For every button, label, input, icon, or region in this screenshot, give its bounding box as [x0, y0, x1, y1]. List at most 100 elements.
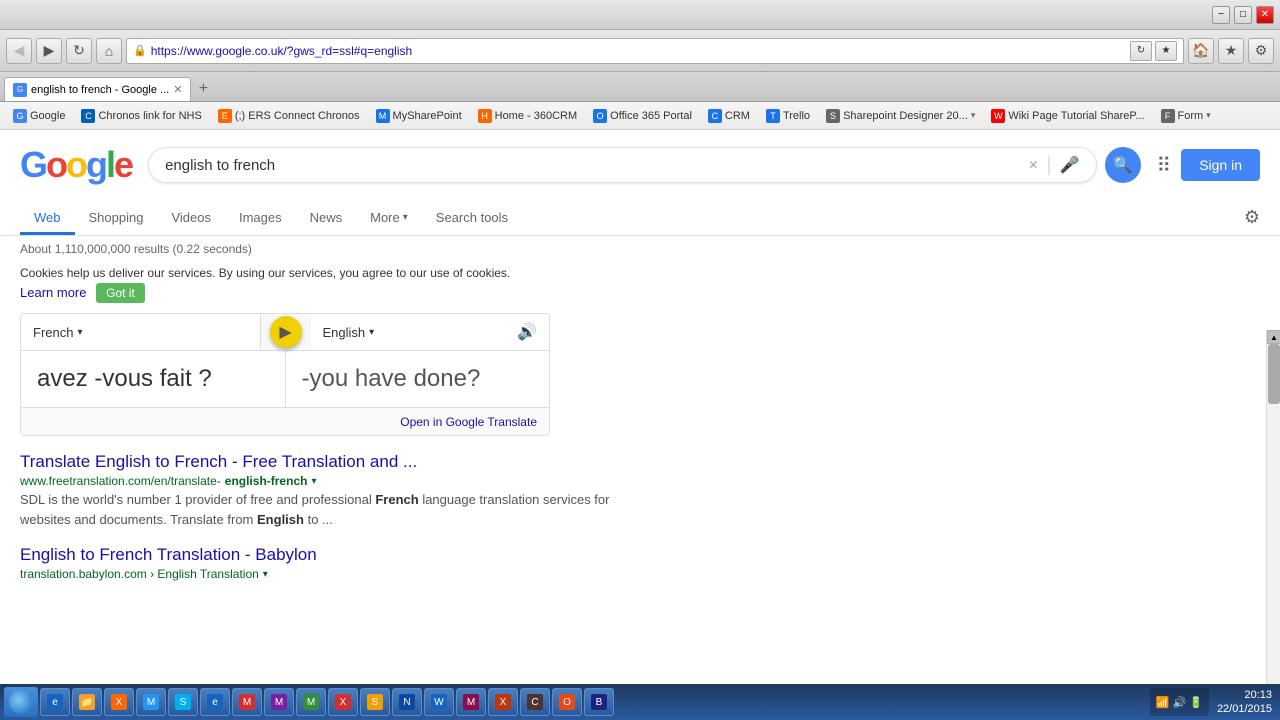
tab-title: english to french - Google ...: [31, 84, 169, 96]
taskbar-m2-icon: M: [271, 694, 287, 710]
bookmark-crm[interactable]: C CRM: [703, 107, 755, 125]
taskbar-item-m3[interactable]: M: [296, 688, 326, 716]
address-bar[interactable]: 🔒 https://www.google.co.uk/?gws_rd=ssl#q…: [126, 38, 1184, 64]
bookmark-trello[interactable]: T Trello: [761, 107, 815, 125]
nav-item-images[interactable]: Images: [225, 200, 296, 235]
apps-grid-icon[interactable]: ⠿: [1157, 153, 1172, 178]
taskbar-s2-icon: S: [367, 694, 383, 710]
nav-item-shopping[interactable]: Shopping: [75, 200, 158, 235]
swap-arrow-icon: ▶: [270, 316, 302, 348]
taskbar-n-icon: N: [399, 694, 415, 710]
sign-in-button[interactable]: Sign in: [1181, 149, 1260, 181]
clear-search-icon[interactable]: ✕: [1028, 158, 1038, 172]
open-google-translate-link[interactable]: Open in Google Translate: [400, 415, 537, 429]
bookmark-label: Home - 360CRM: [495, 110, 578, 122]
nav-item-videos[interactable]: Videos: [157, 200, 225, 235]
bookmark-sharepoint[interactable]: M MySharePoint: [371, 107, 467, 125]
result-1-title[interactable]: Translate English to French - Free Trans…: [20, 452, 417, 471]
taskbar-item-skype[interactable]: S: [168, 688, 198, 716]
favorites-star[interactable]: ★: [1218, 38, 1244, 64]
nav-item-more[interactable]: More ▾: [356, 200, 422, 235]
nav-item-web[interactable]: Web: [20, 200, 75, 235]
bookmark-form[interactable]: F Form ▾: [1156, 107, 1216, 125]
bookmark-spdesigner[interactable]: S Sharepoint Designer 20... ▾: [821, 107, 980, 125]
taskbar-item-o[interactable]: O: [552, 688, 582, 716]
taskbar-item-x3[interactable]: X: [488, 688, 518, 716]
taskbar-item-folder[interactable]: 📁: [72, 688, 102, 716]
taskbar-item-x[interactable]: X: [104, 688, 134, 716]
refresh-button[interactable]: ↻: [66, 38, 92, 64]
scroll-up-button[interactable]: ▲: [1267, 330, 1280, 344]
translate-widget: French ▾ ▶ English ▾ 🔊 avez -vous fait ?…: [20, 313, 550, 436]
bookmark-wiki[interactable]: W Wiki Page Tutorial ShareP...: [986, 107, 1149, 125]
active-tab[interactable]: G english to french - Google ... ✕: [4, 77, 191, 101]
window-controls[interactable]: − □ ✕: [1212, 6, 1274, 24]
new-tab-button[interactable]: +: [191, 77, 215, 101]
taskbar-item-b[interactable]: B: [584, 688, 614, 716]
taskbar-item-n[interactable]: N: [392, 688, 422, 716]
taskbar-ie2-icon: e: [207, 694, 223, 710]
system-clock[interactable]: 20:13 22/01/2015: [1213, 688, 1276, 717]
got-it-button[interactable]: Got it: [96, 283, 145, 303]
bookmark-label: Chronos link for NHS: [98, 110, 201, 122]
bookmark-label: (;) ERS Connect Chronos: [235, 110, 360, 122]
mic-icon[interactable]: 🎤: [1060, 155, 1080, 175]
result-2-title[interactable]: English to French Translation - Babylon: [20, 545, 317, 564]
learn-more-link[interactable]: Learn more: [20, 285, 86, 300]
speaker-icon[interactable]: 🔊: [517, 322, 537, 342]
translate-source-text-area[interactable]: avez -vous fait ?: [21, 351, 286, 407]
taskbar-item-msg[interactable]: M: [136, 688, 166, 716]
address-actions: ↻ ★: [1130, 41, 1177, 61]
minimize-button[interactable]: −: [1212, 6, 1230, 24]
result-1-url-caret[interactable]: ▾: [311, 476, 316, 487]
translate-swap-button[interactable]: ▶: [261, 314, 311, 350]
taskbar-item-ie[interactable]: e: [40, 688, 70, 716]
translate-result-text: -you have done?: [302, 365, 481, 392]
logo-l: l: [106, 144, 114, 185]
nav-item-search-tools[interactable]: Search tools: [422, 200, 522, 235]
translate-source-lang[interactable]: French ▾: [21, 314, 261, 350]
refresh-addr-button[interactable]: ↻: [1130, 41, 1152, 61]
tray-volume-icon: 🔊: [1173, 696, 1187, 709]
taskbar-x2-icon: X: [335, 694, 351, 710]
logo-g: G: [20, 144, 46, 185]
taskbar-item-ie2[interactable]: e: [200, 688, 230, 716]
clock-time: 20:13: [1217, 688, 1272, 702]
search-box[interactable]: english to french ✕ | 🎤: [148, 147, 1096, 183]
bookmark-ers[interactable]: E (;) ERS Connect Chronos: [213, 107, 365, 125]
taskbar-item-x2[interactable]: X: [328, 688, 358, 716]
forward-button[interactable]: ▶: [36, 38, 62, 64]
tab-close-button[interactable]: ✕: [173, 83, 182, 96]
bookmark-google[interactable]: G Google: [8, 107, 70, 125]
settings-cog[interactable]: ⚙: [1248, 38, 1274, 64]
nav-item-news[interactable]: News: [296, 200, 357, 235]
bookmark-360crm[interactable]: H Home - 360CRM: [473, 107, 583, 125]
bookmark-icon-crm: C: [708, 109, 722, 123]
taskbar-item-c[interactable]: C: [520, 688, 550, 716]
search-button[interactable]: 🔍: [1105, 147, 1141, 183]
taskbar-item-word[interactable]: W: [424, 688, 454, 716]
home-icon-button[interactable]: 🏠: [1188, 38, 1214, 64]
taskbar-item-s2[interactable]: S: [360, 688, 390, 716]
scroll-thumb[interactable]: [1268, 344, 1280, 404]
translate-target-lang[interactable]: English ▾ 🔊: [311, 314, 550, 350]
scroll-track[interactable]: [1267, 344, 1280, 684]
bookmark-chronos-nhs[interactable]: C Chronos link for NHS: [76, 107, 206, 125]
target-lang-caret: ▾: [369, 327, 374, 338]
start-button[interactable]: [4, 687, 38, 717]
bookmark-office365[interactable]: O Office 365 Portal: [588, 107, 697, 125]
taskbar-item-m2[interactable]: M: [264, 688, 294, 716]
scrollbar[interactable]: ▲ ▼: [1266, 330, 1280, 684]
logo-g2: g: [86, 144, 106, 185]
home-button[interactable]: ⌂: [96, 38, 122, 64]
star-button[interactable]: ★: [1155, 41, 1177, 61]
bookmark-label: Office 365 Portal: [610, 110, 692, 122]
close-button[interactable]: ✕: [1256, 6, 1274, 24]
taskbar-item-m4[interactable]: M: [456, 688, 486, 716]
settings-gear-icon[interactable]: ⚙: [1244, 207, 1260, 228]
maximize-button[interactable]: □: [1234, 6, 1252, 24]
taskbar-item-m1[interactable]: M: [232, 688, 262, 716]
back-button[interactable]: ◀: [6, 38, 32, 64]
translate-header: French ▾ ▶ English ▾ 🔊: [21, 314, 549, 351]
result-2-url-caret[interactable]: ▾: [263, 569, 268, 580]
